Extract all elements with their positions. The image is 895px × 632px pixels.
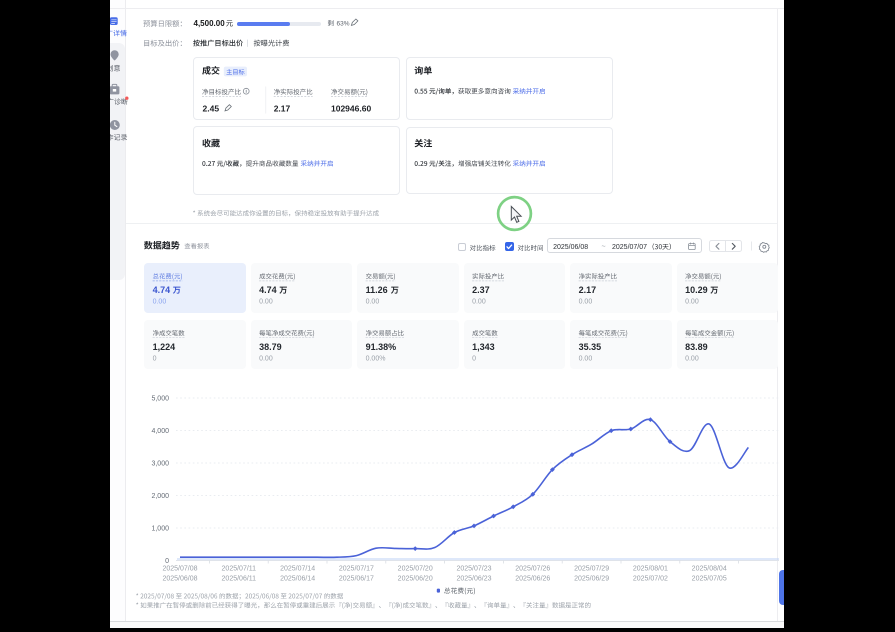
svg-text:2025/07/29: 2025/07/29 bbox=[574, 565, 609, 572]
svg-text:~: ~ bbox=[602, 244, 606, 251]
svg-text:4.74: 4.74 bbox=[153, 285, 171, 295]
svg-text:2025/07/23: 2025/07/23 bbox=[456, 565, 491, 572]
svg-text:2025/07/07: 2025/07/07 bbox=[612, 244, 647, 251]
svg-text:4,500.00: 4,500.00 bbox=[194, 19, 226, 28]
svg-text:2025/06/26: 2025/06/26 bbox=[515, 575, 550, 582]
svg-text:0.00: 0.00 bbox=[579, 299, 593, 306]
svg-text:0.00: 0.00 bbox=[472, 299, 486, 306]
svg-text:1,224: 1,224 bbox=[153, 342, 176, 352]
svg-text:4,000: 4,000 bbox=[151, 428, 169, 435]
svg-text:35.35: 35.35 bbox=[579, 342, 602, 352]
svg-text:91.38%: 91.38% bbox=[366, 342, 397, 352]
svg-text:38.79: 38.79 bbox=[259, 342, 282, 352]
svg-text:0.00: 0.00 bbox=[685, 355, 699, 362]
svg-text:63%: 63% bbox=[337, 20, 350, 27]
svg-text:5,000: 5,000 bbox=[151, 395, 169, 402]
svg-text:0.00: 0.00 bbox=[366, 299, 380, 306]
svg-text:2025/07/02: 2025/07/02 bbox=[633, 575, 668, 582]
svg-text:2025/06/08: 2025/06/08 bbox=[162, 575, 197, 582]
svg-text:2.37: 2.37 bbox=[472, 285, 490, 295]
svg-text:2025/08/04: 2025/08/04 bbox=[692, 565, 727, 572]
svg-text:1,343: 1,343 bbox=[472, 342, 495, 352]
svg-text:2025/07/26: 2025/07/26 bbox=[515, 565, 550, 572]
svg-text:0.00: 0.00 bbox=[259, 299, 273, 306]
svg-text:2025/06/29: 2025/06/29 bbox=[574, 575, 609, 582]
svg-text:2025/06/20: 2025/06/20 bbox=[398, 575, 433, 582]
svg-text:4.74: 4.74 bbox=[259, 285, 277, 295]
svg-text:1,000: 1,000 bbox=[151, 525, 169, 532]
svg-text:2.17: 2.17 bbox=[274, 103, 291, 113]
svg-text:3,000: 3,000 bbox=[151, 460, 169, 467]
svg-text:2025/07/20: 2025/07/20 bbox=[398, 565, 433, 572]
svg-text:0: 0 bbox=[153, 355, 157, 362]
svg-text:2025/06/23: 2025/06/23 bbox=[456, 575, 491, 582]
svg-text:2025/06/14: 2025/06/14 bbox=[280, 575, 315, 582]
svg-text:0.00: 0.00 bbox=[685, 299, 699, 306]
svg-text:2.45: 2.45 bbox=[203, 103, 220, 113]
svg-text:2025/07/17: 2025/07/17 bbox=[339, 565, 374, 572]
svg-text:2025/07/08: 2025/07/08 bbox=[162, 565, 197, 572]
svg-text:102946.60: 102946.60 bbox=[331, 103, 371, 113]
svg-text:0.00%: 0.00% bbox=[366, 355, 386, 362]
svg-text:2025/06/08: 2025/06/08 bbox=[553, 244, 588, 251]
svg-text:2025/07/14: 2025/07/14 bbox=[280, 565, 315, 572]
svg-text:0.00: 0.00 bbox=[153, 299, 167, 306]
svg-text:2025/07/11: 2025/07/11 bbox=[222, 565, 257, 572]
svg-text:11.26: 11.26 bbox=[366, 285, 388, 295]
svg-text:2025/08/01: 2025/08/01 bbox=[633, 565, 668, 572]
svg-text:10.29: 10.29 bbox=[685, 285, 708, 295]
svg-text:2025/06/11: 2025/06/11 bbox=[222, 575, 257, 582]
svg-text:2,000: 2,000 bbox=[151, 493, 169, 500]
svg-text:2025/06/17: 2025/06/17 bbox=[339, 575, 374, 582]
svg-text:83.89: 83.89 bbox=[685, 342, 708, 352]
svg-text:2.17: 2.17 bbox=[579, 285, 597, 295]
svg-text:0: 0 bbox=[472, 355, 476, 362]
svg-text:0: 0 bbox=[165, 558, 169, 565]
svg-text:0.00: 0.00 bbox=[259, 355, 273, 362]
svg-text:0.00: 0.00 bbox=[579, 355, 593, 362]
svg-text:2025/07/05: 2025/07/05 bbox=[692, 575, 727, 582]
